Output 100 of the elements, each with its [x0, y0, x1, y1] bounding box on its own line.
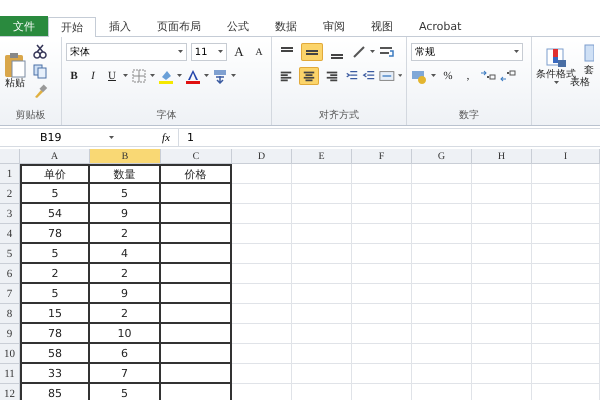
scissors-icon[interactable]: [32, 43, 48, 59]
row-header[interactable]: 5: [0, 244, 20, 264]
clipboard-icon[interactable]: [4, 52, 26, 78]
row-header[interactable]: 12: [0, 384, 20, 400]
table-cell: [472, 304, 532, 324]
row-header[interactable]: 4: [0, 224, 20, 244]
ribbon-tab[interactable]: Acrobat: [406, 16, 474, 36]
percent-button[interactable]: %: [440, 67, 456, 85]
caret-icon[interactable]: [204, 74, 209, 78]
column-header[interactable]: I: [532, 149, 600, 164]
column-header[interactable]: F: [352, 149, 412, 164]
group-label: 字体: [156, 108, 178, 123]
table-cell: [161, 184, 232, 204]
ribbon-tab[interactable]: 审阅: [310, 16, 358, 36]
decrease-decimal-icon[interactable]: [500, 68, 516, 84]
table-cell: [532, 364, 600, 384]
shrink-font-button[interactable]: A: [251, 43, 267, 61]
table-cell: [352, 204, 412, 224]
orientation-icon[interactable]: [351, 44, 367, 60]
row-header[interactable]: 11: [0, 364, 20, 384]
table-cell: [352, 344, 412, 364]
caret-icon[interactable]: [370, 50, 375, 54]
row-header[interactable]: 6: [0, 264, 20, 284]
table-cell: 5: [20, 284, 90, 304]
ribbon-tab[interactable]: 插入: [96, 16, 144, 36]
caret-icon[interactable]: [514, 50, 519, 54]
caret-icon[interactable]: [218, 50, 223, 54]
ribbon-tab[interactable]: 视图: [358, 16, 406, 36]
row-header[interactable]: 1: [0, 164, 20, 184]
ribbon-tab[interactable]: 公式: [214, 16, 262, 36]
table-cell: [232, 364, 292, 384]
table-cell: [292, 224, 352, 244]
column-header[interactable]: D: [232, 149, 292, 164]
number-format-field[interactable]: 常规: [411, 43, 523, 61]
caret-icon[interactable]: [554, 81, 558, 85]
font-size-field[interactable]: 11: [190, 43, 227, 61]
font-name-field[interactable]: 宋体: [66, 43, 187, 61]
row-header[interactable]: 10: [0, 344, 20, 364]
table-cell: [232, 284, 292, 304]
wrap-text-icon[interactable]: [378, 44, 396, 60]
table-cell: [412, 164, 472, 184]
table-cell: [161, 324, 232, 344]
table-cell: [412, 284, 472, 304]
brush-icon[interactable]: [32, 83, 48, 99]
name-box[interactable]: B19: [0, 129, 118, 146]
column-header[interactable]: G: [412, 149, 472, 164]
table-cell: [472, 244, 532, 264]
column-header[interactable]: B: [90, 149, 161, 164]
column-header[interactable]: C: [161, 149, 232, 164]
column-header[interactable]: A: [20, 149, 90, 164]
caret-icon[interactable]: [431, 74, 436, 78]
insert-function-button[interactable]: fx: [118, 132, 178, 144]
table-cell: 5: [90, 384, 161, 400]
caret-icon[interactable]: [178, 50, 183, 54]
comma-button[interactable]: ,: [460, 67, 476, 85]
table-cell: [161, 204, 232, 224]
ribbon-tab[interactable]: 数据: [262, 16, 310, 36]
table-cell: [232, 184, 292, 204]
row-header[interactable]: 7: [0, 284, 20, 304]
table-cell: [292, 244, 352, 264]
table-cell: [532, 164, 600, 184]
table-format-label[interactable]: 套: [584, 65, 594, 77]
caret-icon[interactable]: [231, 74, 236, 78]
row-header[interactable]: 2: [0, 184, 20, 204]
phonetic-icon[interactable]: [212, 68, 228, 84]
caret-icon[interactable]: [109, 136, 114, 140]
grow-font-button[interactable]: A: [231, 43, 247, 61]
column-header[interactable]: H: [472, 149, 532, 164]
table-cell: [412, 224, 472, 244]
align-button[interactable]: [301, 43, 323, 61]
row-header[interactable]: 3: [0, 204, 20, 224]
column-header[interactable]: E: [292, 149, 352, 164]
caret-icon[interactable]: [123, 74, 128, 78]
table-cell: [161, 264, 232, 284]
table-cell: [532, 204, 600, 224]
conditional-format-icon[interactable]: [545, 47, 567, 69]
file-menu-tab[interactable]: 文件: [0, 16, 48, 36]
merge-cells-icon[interactable]: [378, 68, 395, 84]
table-cell: [412, 204, 472, 224]
table-cell: [292, 364, 352, 384]
paste-label[interactable]: 粘贴: [5, 78, 25, 90]
copy-icon[interactable]: [32, 63, 48, 79]
formula-input[interactable]: 1: [178, 129, 600, 146]
caret-icon[interactable]: [398, 74, 402, 78]
ribbon-tab[interactable]: 页面布局: [144, 16, 214, 36]
row-header[interactable]: 8: [0, 304, 20, 324]
table-format-label[interactable]: 表格: [570, 77, 590, 89]
row-header[interactable]: 9: [0, 324, 20, 344]
align-button[interactable]: [298, 67, 319, 85]
table-cell: [532, 304, 600, 324]
font-style-button[interactable]: I: [85, 67, 101, 85]
font-style-button[interactable]: U: [104, 67, 120, 85]
ribbon-tab[interactable]: 开始: [48, 17, 96, 37]
border-icon[interactable]: [131, 68, 147, 84]
font-color-icon[interactable]: [185, 68, 201, 84]
table-cell: 78: [20, 324, 90, 344]
font-style-button[interactable]: B: [66, 67, 82, 85]
table-cell: [292, 304, 352, 324]
caret-icon[interactable]: [150, 74, 155, 78]
caret-icon[interactable]: [177, 74, 182, 78]
